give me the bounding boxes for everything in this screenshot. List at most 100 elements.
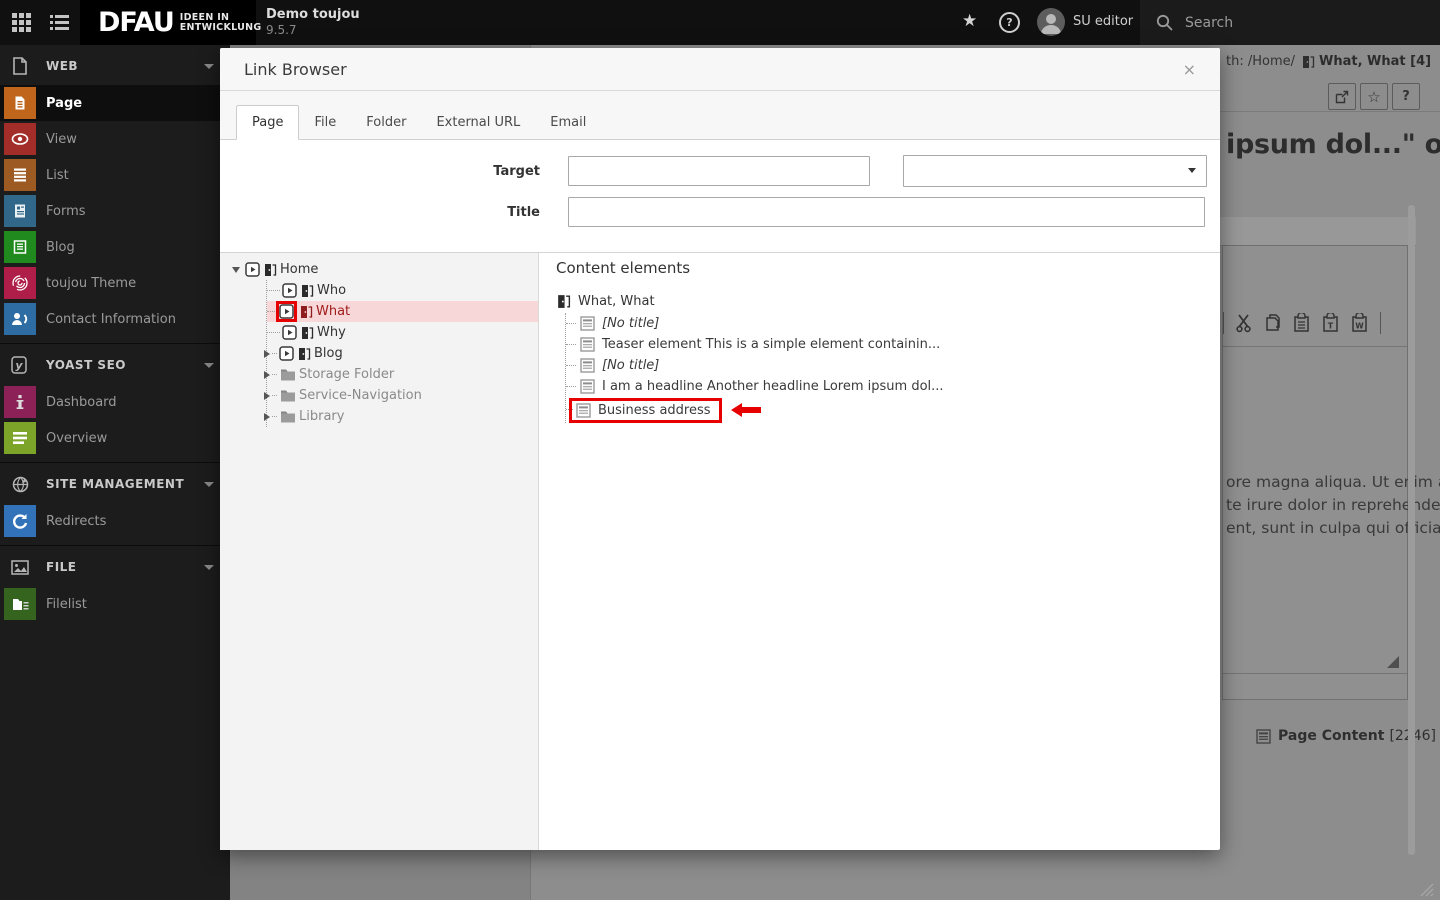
info-icon: [15, 394, 25, 410]
page-door-icon: [556, 293, 571, 309]
tab-folder[interactable]: Folder: [351, 106, 421, 139]
cut-icon: [1235, 313, 1253, 333]
tree-item-service-navigation[interactable]: Service-Navigation: [267, 385, 538, 406]
external-link-icon: [1335, 90, 1349, 104]
bookmark-button: ☆: [1360, 83, 1388, 110]
chevron-down-icon: [204, 482, 214, 487]
rte-toolbar: T W: [1223, 246, 1407, 347]
resize-handle-icon: [1387, 656, 1399, 668]
chevron-down-icon: [204, 64, 214, 69]
target-select[interactable]: [903, 155, 1207, 187]
folder-icon: [280, 368, 296, 381]
question-icon: ?: [1402, 89, 1410, 104]
tree-item-what[interactable]: What: [267, 301, 538, 322]
tab-file[interactable]: File: [299, 106, 351, 139]
module-sidebar: WEB Page View List Forms: [0, 45, 230, 900]
avatar[interactable]: [1037, 8, 1065, 36]
content-elements-panel: Content elements What, What [No title]: [539, 253, 1220, 850]
folder-icon: [280, 389, 296, 402]
bookmarks-icon[interactable]: ★: [962, 11, 977, 31]
web-module-icon: [12, 57, 28, 75]
breadcrumb-page: What, What [4]: [1319, 54, 1431, 69]
tab-page[interactable]: Page: [236, 105, 299, 140]
sidebar-item-toujou-theme[interactable]: toujou Theme: [0, 265, 230, 301]
toolbar-separator: [1380, 312, 1381, 334]
help-icon[interactable]: ?: [999, 12, 1020, 33]
sidebar-item-dashboard[interactable]: Dashboard: [0, 384, 230, 420]
paste-icon: [1293, 313, 1311, 333]
page-play-icon: [282, 325, 297, 340]
target-label: Target: [220, 164, 568, 179]
page-play-icon: [282, 283, 297, 298]
page-title-fragment: ipsum dol..." on: [1226, 129, 1440, 160]
content-element-icon: [1256, 729, 1271, 744]
sidebar-item-list[interactable]: List: [0, 157, 230, 193]
site-name: Demo toujou: [266, 7, 360, 22]
tree-item-who[interactable]: Who: [267, 280, 538, 301]
file-module-icon: [11, 560, 29, 575]
dfau-logo[interactable]: DFAU IDEEN IN ENTWICKLUNG: [80, 0, 256, 45]
background-scrollbar: [1408, 205, 1415, 855]
caret-collapsed-icon[interactable]: [264, 371, 270, 379]
caret-collapsed-icon[interactable]: [264, 413, 270, 421]
help-button: ?: [1392, 83, 1420, 110]
sidebar-item-view[interactable]: View: [0, 121, 230, 157]
star-outline-icon: ☆: [1367, 88, 1380, 106]
pagetree-toggle-icon[interactable]: [50, 13, 69, 32]
chevron-down-icon: [204, 363, 214, 368]
content-element-icon: [580, 379, 595, 394]
content-element-row[interactable]: [No title]: [566, 355, 1220, 376]
sidebar-item-page[interactable]: Page: [0, 85, 230, 121]
tab-email[interactable]: Email: [535, 106, 601, 139]
sidebar-item-forms[interactable]: Forms: [0, 193, 230, 229]
blog-icon: [12, 239, 28, 255]
target-input[interactable]: [568, 156, 870, 186]
section-header-web[interactable]: WEB: [0, 47, 230, 85]
paste-from-word-icon: W: [1351, 313, 1369, 333]
link-browser-modal: Link Browser × Page File Folder External…: [220, 48, 1220, 850]
caret-collapsed-icon[interactable]: [264, 350, 270, 358]
sidebar-item-redirects[interactable]: Redirects: [0, 503, 230, 539]
tab-external-url[interactable]: External URL: [421, 106, 535, 139]
tree-item-storage-folder[interactable]: Storage Folder: [267, 364, 538, 385]
tree-item-why[interactable]: Why: [267, 322, 538, 343]
tree-item-blog[interactable]: Blog: [267, 343, 538, 364]
topbar-search[interactable]: [1140, 0, 1440, 45]
content-element-row[interactable]: [No title]: [566, 313, 1220, 334]
toolbar-separator: [1223, 312, 1224, 334]
frame-resize-icon: [1418, 881, 1434, 897]
username[interactable]: SU editor: [1073, 14, 1133, 29]
caret-collapsed-icon[interactable]: [264, 392, 270, 400]
close-icon[interactable]: ×: [1183, 60, 1196, 79]
globe-icon: [12, 476, 29, 493]
page-door-icon: [300, 283, 314, 298]
chevron-down-icon: [204, 565, 214, 570]
page-door-icon: [299, 304, 313, 319]
eye-icon: [11, 132, 29, 146]
section-header-file[interactable]: FILE: [0, 548, 230, 586]
section-header-site-management[interactable]: SITE MANAGEMENT: [0, 465, 230, 503]
sidebar-item-contact-information[interactable]: Contact Information: [0, 301, 230, 337]
page-tree-panel: Home Who: [220, 253, 539, 850]
content-element-icon: [580, 358, 595, 373]
content-element-row[interactable]: Teaser element This is a simple element …: [566, 334, 1220, 355]
search-input[interactable]: [1183, 14, 1407, 32]
modal-title: Link Browser: [244, 60, 1183, 79]
content-page-row[interactable]: What, What: [556, 291, 1220, 311]
tree-item-home[interactable]: Home: [232, 259, 538, 280]
sidebar-item-filelist[interactable]: Filelist: [0, 586, 230, 622]
content-element-row-business-address[interactable]: Business address: [566, 397, 1220, 423]
title-input[interactable]: [568, 197, 1205, 227]
caret-expanded-icon[interactable]: [232, 267, 240, 273]
modules-grid-icon[interactable]: [12, 13, 31, 32]
sidebar-item-blog[interactable]: Blog: [0, 229, 230, 265]
section-header-yoast-seo[interactable]: y YOAST SEO: [0, 346, 230, 384]
tree-item-library[interactable]: Library: [267, 406, 538, 427]
content-element-row[interactable]: I am a headline Another headline Lorem i…: [566, 376, 1220, 397]
redirect-icon: [12, 513, 28, 529]
annotation-box: [276, 301, 297, 322]
content-element-icon: [580, 316, 595, 331]
content-page-label: What, What: [578, 294, 655, 309]
logo-brand: DFAU: [98, 9, 174, 36]
sidebar-item-overview[interactable]: Overview: [0, 420, 230, 456]
